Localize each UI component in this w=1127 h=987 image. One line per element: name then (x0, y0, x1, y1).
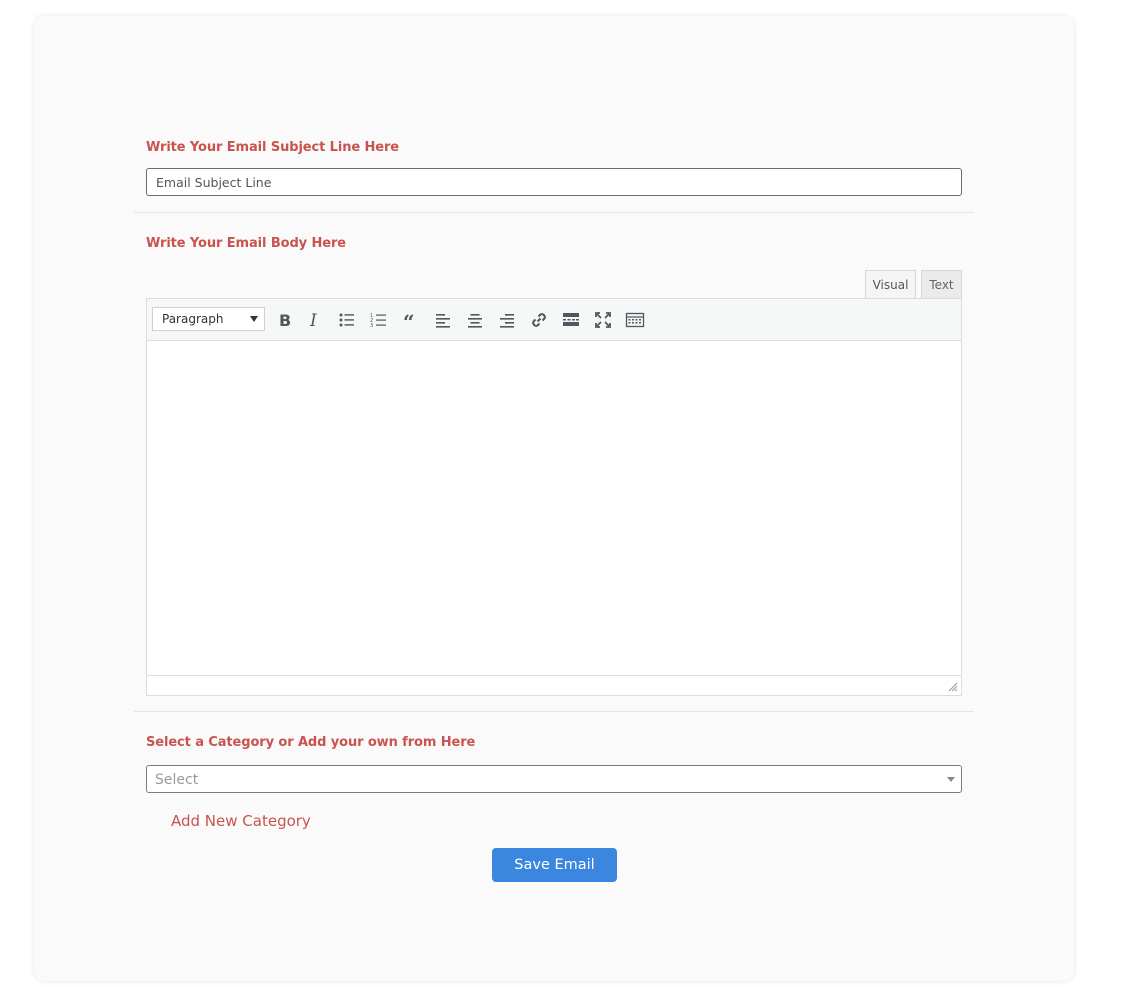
subject-label: Write Your Email Subject Line Here (146, 140, 400, 155)
email-form-card: Write Your Email Subject Line Here Write… (34, 16, 1074, 981)
svg-text:I: I (309, 311, 317, 330)
numbered-list-icon: 1 2 3 (370, 313, 386, 329)
tab-visual[interactable]: Visual (865, 270, 916, 299)
align-right-icon (500, 314, 514, 328)
toolbar-toggle-button[interactable] (623, 308, 647, 332)
save-email-button[interactable]: Save Email (492, 848, 617, 882)
read-more-button[interactable] (559, 308, 583, 332)
format-select-value: Paragraph (162, 312, 224, 326)
email-body-editor: Paragraph B I 1 2 3 “ (146, 298, 962, 696)
blockquote-button[interactable]: “ (399, 308, 423, 332)
format-select[interactable]: Paragraph (152, 307, 265, 331)
align-center-button[interactable] (463, 308, 487, 332)
italic-button[interactable]: I (303, 308, 327, 332)
bold-button[interactable]: B (272, 308, 296, 332)
toolbar-toggle-icon (625, 312, 645, 328)
read-more-icon (563, 313, 579, 326)
resize-handle-icon[interactable] (948, 682, 958, 692)
bulleted-list-button[interactable] (335, 308, 359, 332)
svg-text:B: B (279, 311, 291, 330)
section-divider (134, 711, 974, 712)
category-select-value: Select (155, 772, 199, 788)
fullscreen-button[interactable] (591, 308, 615, 332)
add-new-category-link[interactable]: Add New Category (171, 812, 311, 830)
align-left-icon (436, 314, 450, 328)
svg-text:3: 3 (370, 323, 373, 329)
blockquote-icon: “ (403, 310, 415, 330)
category-select[interactable]: Select (146, 765, 962, 793)
subject-input[interactable] (146, 168, 962, 196)
numbered-list-button[interactable]: 1 2 3 (367, 308, 391, 332)
fullscreen-icon (595, 312, 611, 328)
body-label: Write Your Email Body Here (146, 236, 346, 251)
editor-content-area[interactable] (147, 341, 961, 675)
svg-text:“: “ (403, 310, 415, 330)
align-left-button[interactable] (431, 308, 455, 332)
link-icon (532, 313, 546, 327)
align-center-icon (468, 314, 482, 328)
editor-toolbar: Paragraph B I 1 2 3 “ (147, 299, 961, 341)
category-label: Select a Category or Add your own from H… (146, 735, 476, 750)
section-divider (134, 212, 974, 213)
tab-text[interactable]: Text (921, 270, 962, 298)
insert-link-button[interactable] (527, 308, 551, 332)
bold-icon: B (279, 311, 291, 330)
editor-statusbar (147, 675, 961, 695)
align-right-button[interactable] (495, 308, 519, 332)
chevron-down-icon (250, 316, 258, 322)
bulleted-list-icon (339, 313, 354, 327)
chevron-down-icon (947, 777, 955, 782)
italic-icon: I (309, 311, 317, 330)
